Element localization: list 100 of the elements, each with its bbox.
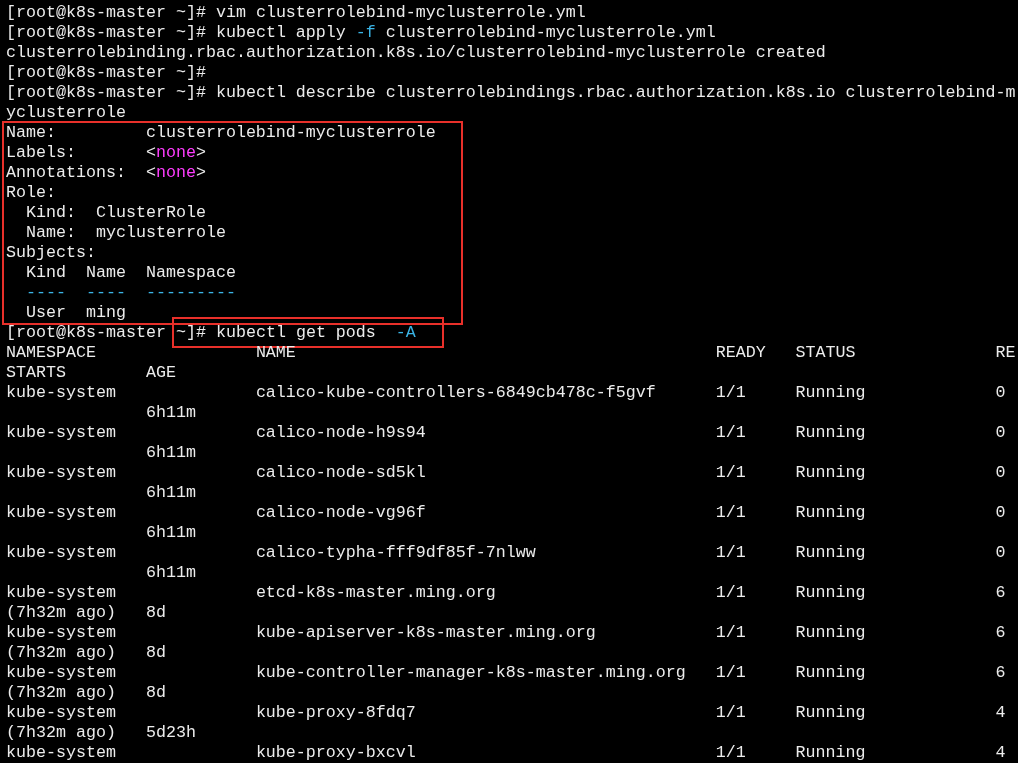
table-cell: 0 [995, 383, 1006, 403]
dashed-rule: ---- [85, 283, 127, 303]
table-cell-text: kube-proxy-8fdq7 [255, 703, 417, 723]
table-cell-text: (7h32m ago) [6, 603, 117, 623]
table-cell-text: (7h32m ago) [6, 683, 117, 703]
table-cell-text: kube-system [6, 703, 117, 723]
output-text: clusterrolebinding.rbac.authorization.k8s.io/clusterrolebind-myclusterrole created [6, 43, 826, 62]
output-text: yclusterrole [6, 103, 126, 122]
table-cell-text: 1/1 [715, 463, 747, 483]
table-cell-text: 1/1 [715, 623, 747, 643]
column-header: NAMESPACE [6, 343, 97, 363]
table-cell-text: Running [795, 583, 867, 603]
column-header: READY [715, 343, 767, 363]
table-cell: 8d [145, 643, 166, 662]
shell-prompt: [root@k8s-master ~]# [6, 3, 206, 22]
table-cell: 4 [995, 703, 1006, 723]
table-cell: 8d [145, 683, 166, 702]
table-cell-text: 1/1 [715, 743, 747, 763]
table-cell-text: etcd-k8s-master.ming.org [255, 583, 497, 603]
table-cell-text: 1/1 [715, 703, 747, 723]
command-text: vim clusterrolebind-myclusterrole.yml [215, 3, 586, 22]
table-cell: 6 [995, 623, 1006, 643]
table-cell-text: kube-controller-manager-k8s-master.ming.org [255, 663, 687, 683]
table-cell-text: kube-system [6, 463, 117, 483]
table-cell-text: kube-system [6, 663, 117, 683]
table-cell-text: 1/1 [715, 543, 747, 563]
table-cell-text: Running [795, 543, 867, 563]
field-value: clusterrolebind-myclusterrole [145, 123, 436, 142]
column-header: Kind [26, 263, 67, 283]
table-cell-text: (7h32m ago) [6, 723, 117, 743]
table-cell-text: Running [795, 423, 867, 443]
column-header: Name [85, 263, 127, 283]
table-cell-text: kube-apiserver-k8s-master.ming.org [255, 623, 597, 643]
section-label: Role: [6, 183, 56, 202]
column-header: AGE [145, 363, 176, 383]
table-cell-text: Running [795, 703, 867, 723]
table-cell-text: 1/1 [715, 383, 747, 403]
field-label: Annotations: [6, 163, 127, 183]
command-text: clusterrolebind-myclusterrole.yml [385, 23, 716, 42]
field-label: Kind: [26, 203, 77, 223]
table-cell-text: 1/1 [715, 503, 747, 523]
table-cell-text: kube-system [6, 383, 117, 403]
table-cell-text: ming [85, 303, 127, 323]
table-cell: 6h11m [145, 523, 196, 542]
dashed-rule: --------- [145, 283, 237, 303]
column-header: Namespace [145, 263, 237, 283]
table-cell-text: calico-kube-controllers-6849cb478c-f5gvf [255, 383, 657, 403]
table-cell-text: kube-system [6, 503, 117, 523]
table-cell-text: kube-proxy-bxcvl [255, 743, 417, 763]
table-cell-text: kube-system [6, 743, 117, 763]
table-cell-text: 1/1 [715, 583, 747, 603]
command-text: kubectl apply [215, 23, 346, 42]
table-cell: 8d [145, 603, 166, 622]
table-cell-text: kube-system [6, 623, 117, 643]
field-value: > [195, 143, 206, 162]
table-cell-text: kube-system [6, 543, 117, 563]
flag-text: -f [355, 23, 376, 42]
table-cell: 6h11m [145, 483, 196, 502]
table-cell-text: 1/1 [715, 663, 747, 683]
table-cell-text: (7h32m ago) [6, 643, 117, 663]
table-cell-text: calico-node-vg96f [255, 503, 427, 523]
dashed-rule: ---- [26, 283, 67, 303]
table-cell-text: kube-system [6, 423, 117, 443]
keyword-text: none [155, 143, 196, 162]
table-cell: 6h11m [145, 563, 196, 582]
table-cell: 0 [995, 543, 1006, 563]
table-cell: 0 [995, 463, 1006, 483]
table-cell: 0 [995, 503, 1006, 523]
table-cell-text: kube-system [6, 583, 117, 603]
table-cell: 6 [995, 583, 1006, 603]
table-cell: 6 [995, 663, 1006, 683]
table-cell: 6h11m [145, 403, 196, 422]
field-value: > [195, 163, 206, 182]
field-value: myclusterrole [95, 223, 226, 242]
table-cell-text: Running [795, 383, 867, 403]
field-value: ClusterRole [95, 203, 206, 222]
field-value: < [145, 143, 156, 162]
table-cell-text: Running [795, 663, 867, 683]
table-cell-text: User [26, 303, 67, 323]
keyword-text: none [155, 163, 196, 182]
table-cell-text: Running [795, 623, 867, 643]
table-cell-text: 1/1 [715, 423, 747, 443]
field-label: Labels: [6, 143, 77, 163]
shell-prompt: [root@k8s-master [6, 323, 166, 342]
table-cell-text: calico-node-sd5kl [255, 463, 427, 483]
field-label: Name: [26, 223, 77, 243]
table-cell-text: Running [795, 463, 867, 483]
field-value: < [145, 163, 156, 182]
field-label: Name: [6, 123, 57, 143]
column-header: STATUS [795, 343, 857, 363]
table-cell-text: calico-node-h9s94 [255, 423, 427, 443]
table-cell-text: Running [795, 743, 867, 763]
table-cell: 6h11m [145, 443, 196, 462]
table-cell: 5d23h [145, 723, 196, 742]
table-cell: 4 [995, 743, 1006, 763]
table-cell: 0 [995, 423, 1006, 443]
section-label: Subjects: [6, 243, 96, 262]
shell-prompt: [root@k8s-master ~]# [6, 63, 206, 82]
table-cell-text: calico-typha-fff9df85f-7nlww [255, 543, 537, 563]
shell-prompt: [root@k8s-master ~]# [6, 83, 206, 102]
